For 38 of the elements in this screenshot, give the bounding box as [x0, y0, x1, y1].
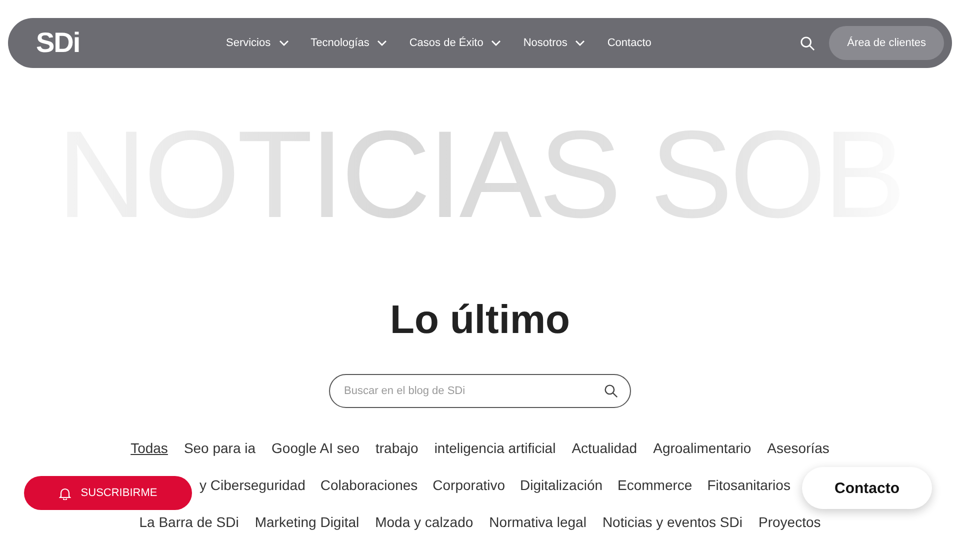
category-tag[interactable]: Proyectos — [758, 511, 821, 534]
nav-link[interactable]: Casos de Éxito — [409, 37, 502, 49]
category-tag[interactable]: Colaboraciones — [320, 474, 418, 497]
logo[interactable]: SDi — [36, 27, 226, 59]
contact-button[interactable]: Contacto — [802, 467, 932, 509]
category-tag[interactable]: La Barra de SDi — [139, 511, 239, 534]
section-heading: Lo último — [389, 297, 571, 344]
chevron-down-icon — [575, 40, 586, 46]
category-tag[interactable]: Actualidad — [572, 437, 638, 460]
nav-link[interactable]: Servicios — [226, 37, 289, 49]
search-input[interactable]: Buscar en el blog de SDi — [342, 384, 604, 398]
search-field[interactable]: Buscar en el blog de SDi — [329, 374, 631, 408]
category-tag[interactable]: y Ciberseguridad — [200, 474, 306, 497]
category-tag[interactable]: Digitalización — [520, 474, 603, 497]
nav-link[interactable]: Tecnologías — [310, 37, 388, 49]
category-tag[interactable]: Google AI seo — [272, 437, 360, 460]
subscribe-button[interactable]: SUSCRIBIRME — [24, 476, 192, 510]
category-tag[interactable]: Corporativo — [432, 474, 506, 497]
category-tag[interactable]: Marketing Digital — [254, 511, 360, 534]
category-tag[interactable]: Noticias y eventos SDi — [602, 511, 742, 534]
category-tag[interactable]: Seo para ia — [184, 437, 256, 460]
category-tag[interactable]: Fitosanitarios — [707, 474, 790, 497]
nav-link[interactable]: Contacto — [607, 37, 652, 49]
category-tag[interactable]: Agroalimentario — [653, 437, 752, 460]
search-icon[interactable] — [604, 384, 618, 398]
category-tag[interactable]: Ecommerce — [618, 474, 692, 497]
chevron-down-icon — [491, 40, 502, 46]
category-tag[interactable]: Normativa legal — [489, 511, 586, 534]
search-icon[interactable] — [800, 36, 816, 50]
category-tag[interactable]: Asesorías — [767, 437, 830, 460]
category-tag[interactable]: trabajo — [376, 437, 418, 460]
category-tag[interactable]: inteligencia artificial — [434, 437, 556, 460]
category-tag[interactable]: Moda y calzado — [375, 511, 474, 534]
chevron-down-icon — [278, 40, 289, 46]
bell-icon — [58, 486, 71, 500]
chevron-down-icon — [377, 40, 388, 46]
nav-link[interactable]: Nosotros — [523, 37, 586, 49]
category-tag[interactable]: Todas — [130, 437, 168, 460]
